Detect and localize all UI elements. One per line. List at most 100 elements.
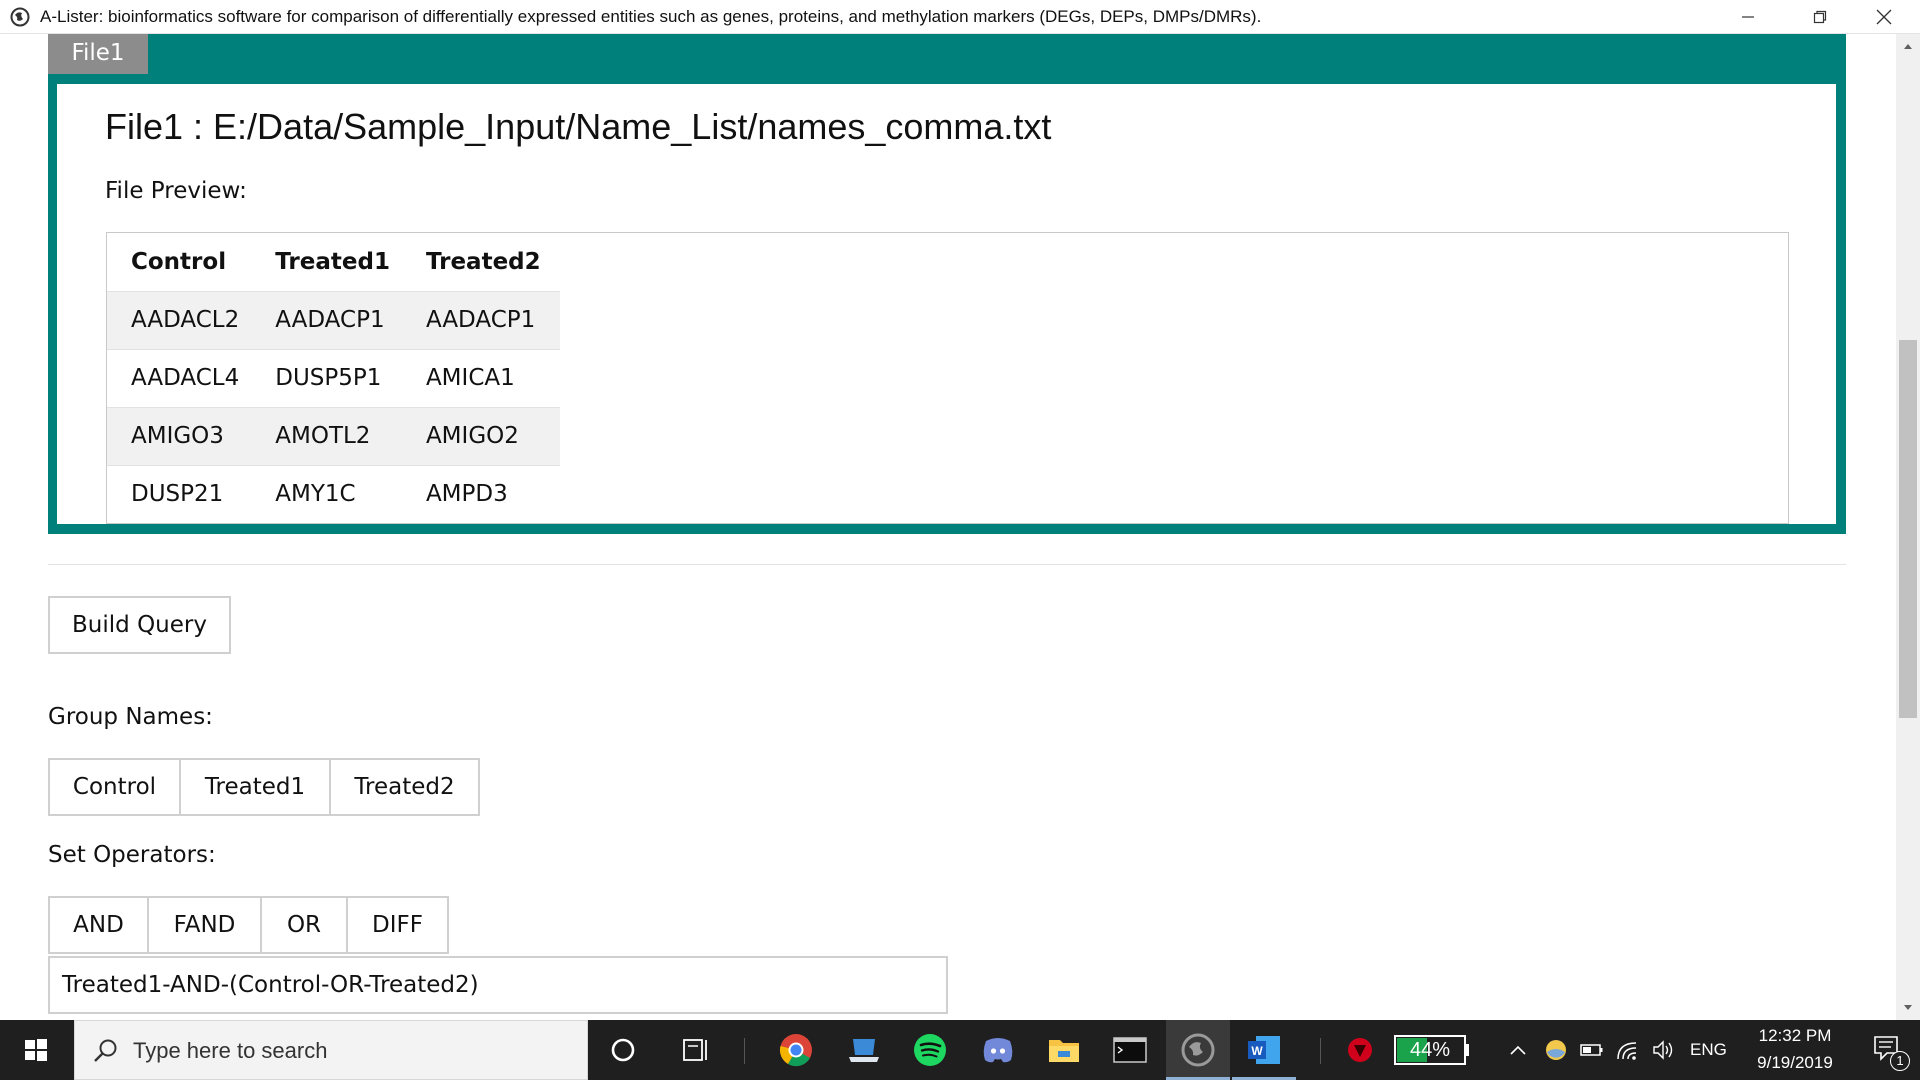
table-cell: AMPD3 (401, 464, 560, 523)
spotify-icon (914, 1034, 946, 1066)
query-expression-field[interactable]: Treated1-AND-(Control-OR-Treated2) (48, 956, 948, 1014)
table-row: AADACL2 AADACP1 AADACP1 (107, 290, 560, 349)
table-cell: AMIGO2 (401, 406, 560, 465)
operator-button-or[interactable]: OR (260, 896, 348, 954)
a-lister-app-button[interactable] (1166, 1020, 1230, 1080)
file-preview-label: File Preview: (105, 178, 247, 204)
windows-start-icon (25, 1039, 47, 1061)
search-icon (94, 1039, 117, 1062)
word-icon: W (1248, 1036, 1280, 1064)
file-preview-box: Control Treated1 Treated2 AADACL2 AADACP… (106, 232, 1789, 524)
table-cell: AMY1C (251, 464, 402, 523)
scroll-down-arrow-icon (1904, 1005, 1912, 1010)
group-button-treated1[interactable]: Treated1 (179, 758, 331, 816)
app-globe-icon (10, 7, 30, 27)
file-explorer-button[interactable] (1032, 1020, 1096, 1080)
battery-icon (1580, 1044, 1603, 1056)
table-cell: AMIGO3 (107, 406, 252, 465)
search-placeholder: Type here to search (133, 1038, 328, 1063)
clock[interactable]: 12:32 PM 9/19/2019 (1740, 1020, 1850, 1080)
volume-icon (1653, 1040, 1673, 1060)
language-indicator[interactable]: ENG (1690, 1020, 1727, 1080)
weather-icon (1546, 1040, 1566, 1060)
table-cell: AADACL4 (107, 348, 252, 407)
column-header: Treated2 (425, 248, 541, 275)
table-cell: AADACP1 (251, 290, 402, 349)
operator-button-fand[interactable]: FAND (147, 896, 262, 954)
terminal-button[interactable] (1098, 1020, 1162, 1080)
operator-button-diff[interactable]: DIFF (346, 896, 449, 954)
table-cell: DUSP5P1 (251, 348, 402, 407)
column-header: Treated1 (275, 248, 390, 275)
volume-control[interactable] (1646, 1020, 1682, 1080)
antivirus-icon (1348, 1038, 1372, 1062)
chrome-icon (779, 1034, 812, 1067)
scroll-up-arrow-icon (1904, 44, 1912, 49)
scroll-down-button[interactable] (1896, 996, 1920, 1020)
table-cell: AADACL2 (107, 290, 252, 349)
show-hidden-icons-chevron (1510, 1045, 1526, 1055)
a-lister-app-icon (1181, 1033, 1215, 1067)
table-cell: AMOTL2 (251, 406, 402, 465)
action-center-button[interactable]: 1 (1856, 1020, 1920, 1080)
battery-status[interactable] (1574, 1020, 1610, 1080)
word-button[interactable]: W (1232, 1020, 1296, 1080)
window-title: A-Lister: bioinformatics software for co… (40, 7, 1262, 26)
table-row: AMIGO3 AMOTL2 AMIGO2 (107, 406, 560, 465)
svg-text:W: W (1251, 1044, 1263, 1058)
scroll-up-button[interactable] (1896, 34, 1920, 58)
table-row: AADACL4 DUSP5P1 AMICA1 (107, 348, 560, 407)
task-view-button[interactable] (664, 1020, 728, 1080)
table-header-row: Control Treated1 Treated2 (107, 233, 560, 291)
weather-button[interactable] (1538, 1020, 1574, 1080)
battery-meter[interactable]: 44% (1394, 1035, 1470, 1065)
table-cell: AADACP1 (401, 290, 560, 349)
cortana-icon (611, 1038, 635, 1062)
close-icon (1876, 9, 1892, 25)
section-divider (48, 564, 1846, 565)
laptop-app-icon (849, 1039, 879, 1062)
taskbar-separator (744, 1038, 745, 1064)
laptop-app-button[interactable] (832, 1020, 896, 1080)
tab-file1[interactable]: File1 (48, 34, 148, 74)
minimize-button[interactable] (1712, 0, 1784, 34)
group-names-label: Group Names: (48, 704, 213, 730)
file-preview-table: Control Treated1 Treated2 AADACL2 AADACP… (107, 233, 560, 523)
show-hidden-icons-button[interactable] (1500, 1020, 1536, 1080)
wifi-status[interactable] (1610, 1020, 1646, 1080)
column-header: Control (131, 248, 227, 275)
table-cell: AMICA1 (401, 348, 560, 407)
task-view-icon (683, 1039, 707, 1061)
terminal-icon (1113, 1037, 1147, 1063)
antivirus-button[interactable] (1328, 1020, 1392, 1080)
file-heading: File1 : E:/Data/Sample_Input/Name_List/n… (105, 106, 1052, 147)
clock-date: 9/19/2019 (1757, 1053, 1833, 1072)
chrome-button[interactable] (764, 1020, 828, 1080)
group-button-treated2[interactable]: Treated2 (329, 758, 480, 816)
taskbar-search-box[interactable]: Type here to search (74, 1020, 588, 1080)
cortana-button[interactable] (591, 1020, 655, 1080)
restore-button[interactable] (1784, 0, 1856, 34)
start-button[interactable] (0, 1020, 72, 1080)
group-button-control[interactable]: Control (48, 758, 181, 816)
close-button[interactable] (1848, 0, 1920, 34)
window-title-bar: A-Lister: bioinformatics software for co… (0, 0, 1920, 34)
discord-icon (983, 1038, 1013, 1063)
taskbar-separator (1320, 1038, 1321, 1064)
table-cell: DUSP21 (107, 464, 252, 523)
taskbar: Type here to search W 44% ENG 12:32 PM 9… (0, 1020, 1920, 1080)
notification-count-badge: 1 (1890, 1051, 1910, 1071)
file-explorer-icon (1049, 1040, 1079, 1062)
build-query-button[interactable]: Build Query (48, 596, 231, 654)
restore-icon (1813, 10, 1827, 24)
wifi-icon (1617, 1042, 1637, 1060)
operator-button-and[interactable]: AND (48, 896, 149, 954)
table-row: DUSP21 AMY1C AMPD3 (107, 464, 560, 523)
battery-percent: 44% (1409, 1039, 1451, 1061)
scrollbar-thumb[interactable] (1899, 340, 1917, 718)
set-operators-label: Set Operators: (48, 842, 216, 868)
spotify-button[interactable] (898, 1020, 962, 1080)
vertical-scrollbar[interactable] (1896, 34, 1920, 1020)
minimize-icon (1742, 16, 1754, 18)
discord-button[interactable] (966, 1020, 1030, 1080)
